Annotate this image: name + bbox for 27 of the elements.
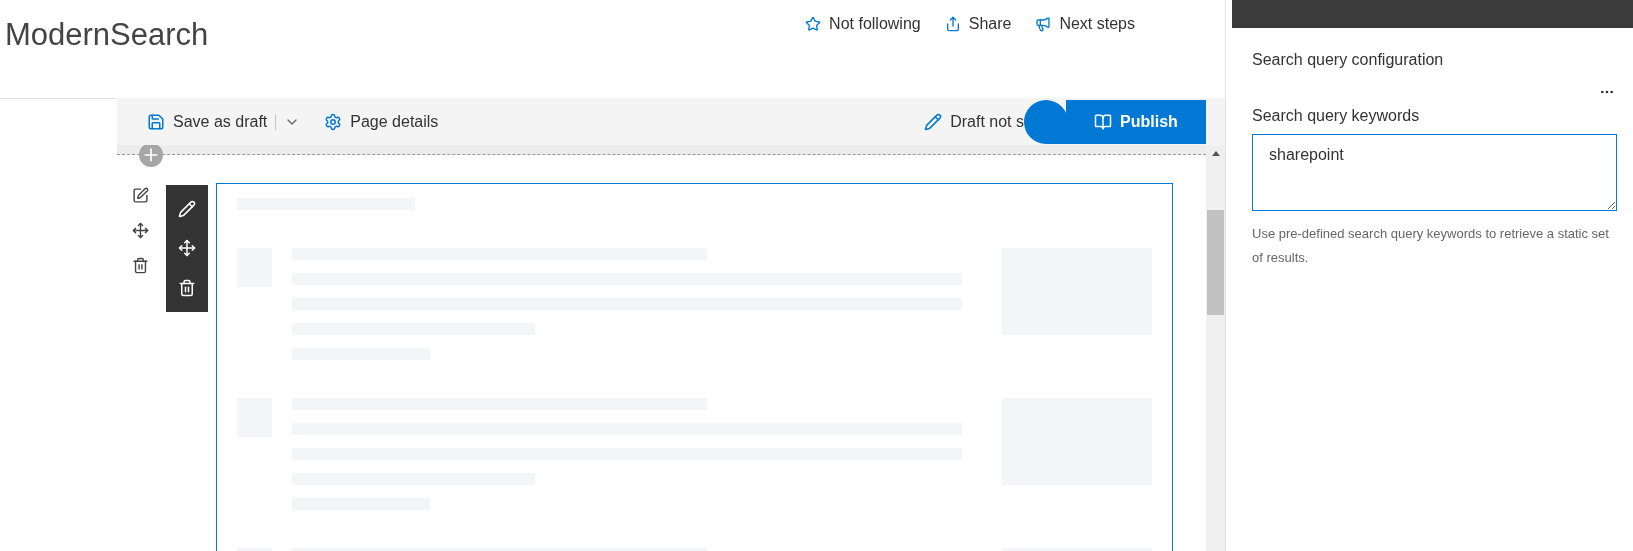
- move-icon[interactable]: [132, 222, 149, 239]
- book-icon: [1094, 112, 1113, 131]
- move-icon[interactable]: [178, 239, 196, 258]
- pencil-icon[interactable]: [178, 199, 196, 218]
- draft-status: Draft not s: [950, 111, 1024, 132]
- pencil-icon: [924, 112, 943, 131]
- site-title: ModernSearch: [5, 16, 209, 54]
- edit-section-icon[interactable]: [132, 187, 149, 204]
- megaphone-icon: [1035, 16, 1052, 32]
- publish-button[interactable]: Publish: [1066, 99, 1206, 144]
- star-icon: [805, 16, 822, 32]
- header-action-link[interactable]: Share: [944, 12, 1012, 36]
- page-details-button[interactable]: Page details: [324, 109, 439, 134]
- gear-icon: [324, 112, 343, 131]
- trash-icon[interactable]: [178, 279, 196, 298]
- header-action-link[interactable]: Next steps: [1035, 12, 1135, 36]
- field-label: Search query keywords: [1252, 106, 1421, 126]
- scrollbar-thumb[interactable]: [1207, 210, 1224, 315]
- header-action-link[interactable]: Not following: [805, 12, 921, 36]
- save-as-draft-button[interactable]: Save as draft: [147, 109, 268, 134]
- share-icon: [944, 16, 961, 32]
- field-description: Use pre-defined search query keywords to retrieve a static set of results.: [1252, 225, 1610, 267]
- save-icon: [147, 112, 165, 131]
- keywords-field[interactable]: sharepoint: [1252, 134, 1617, 211]
- trash-icon[interactable]: [132, 257, 149, 274]
- scroll-up-icon[interactable]: [1211, 151, 1220, 156]
- section-heading: Search query configuration: [1252, 50, 1445, 70]
